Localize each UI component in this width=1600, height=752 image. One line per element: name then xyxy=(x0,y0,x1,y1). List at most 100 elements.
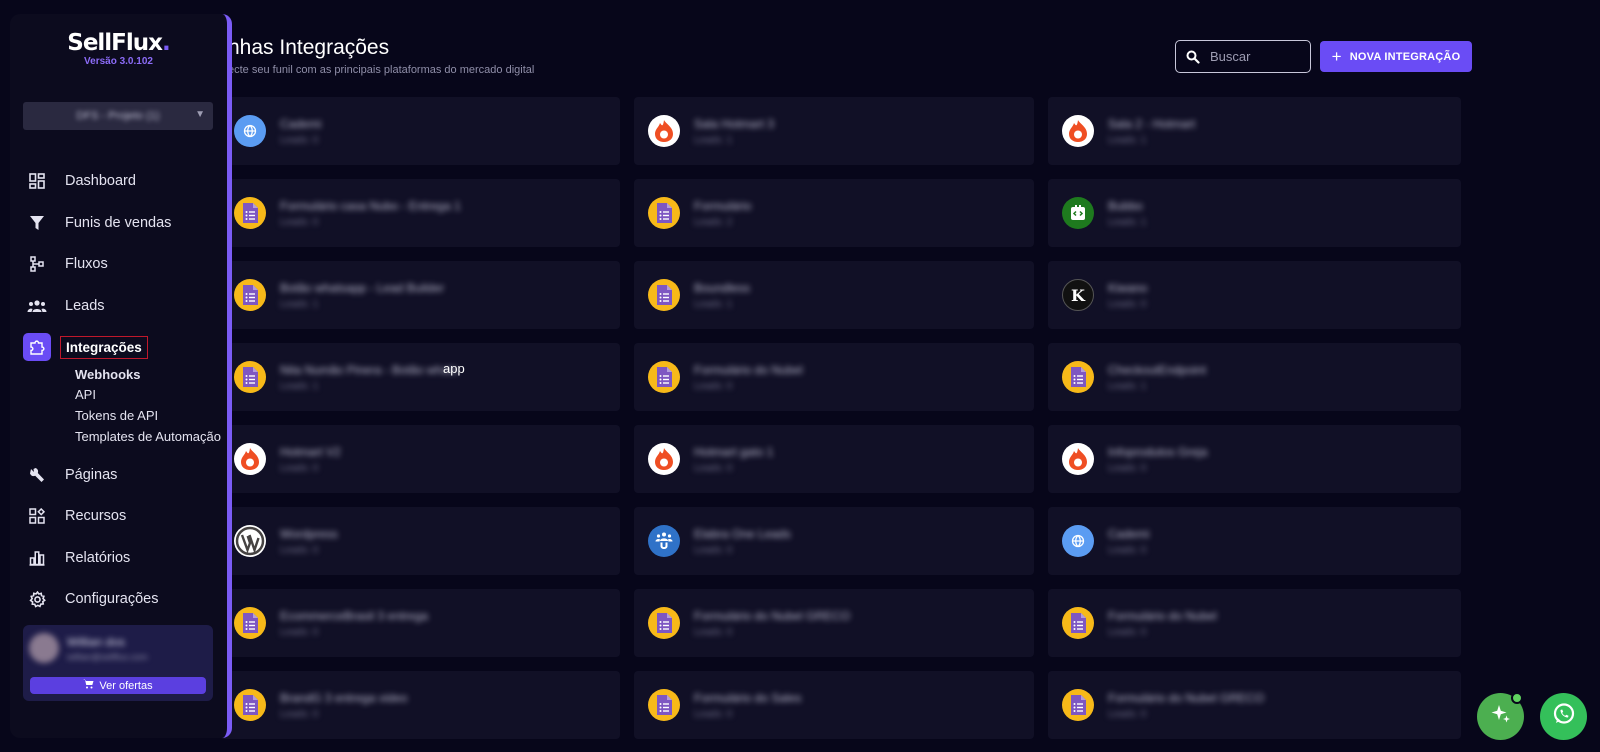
integration-card[interactable]: Wordpress Leads: 0 xyxy=(220,507,620,575)
nav-flows[interactable]: Fluxos xyxy=(23,250,108,278)
integration-text: Cademi Leads: 0 xyxy=(1108,527,1149,556)
search-box[interactable] xyxy=(1175,40,1311,73)
funnel-icon xyxy=(23,209,51,237)
new-integration-button[interactable]: + NOVA INTEGRAÇÃO xyxy=(1320,41,1472,72)
integration-text: Cademi Leads: 0 xyxy=(280,117,321,146)
integration-card[interactable]: Formulário do Nubel Leads: 0 xyxy=(1048,589,1461,657)
integration-card[interactable]: Bubbo Leads: 1 xyxy=(1048,179,1461,247)
integration-card[interactable]: Elabra One Leads Leads: 0 xyxy=(634,507,1034,575)
integration-text: Sala 2 - Hotmart Leads: 1 xyxy=(1108,117,1195,146)
nav-label: Relatórios xyxy=(65,550,131,566)
integration-card[interactable]: BrandG 3 entrega video Leads: 0 xyxy=(220,671,620,739)
integration-name: Hotmart V2 xyxy=(280,444,341,459)
integration-card[interactable]: Hotmart V2 Leads: 0 xyxy=(220,425,620,493)
integration-text: Hotmart gato 1 Leads: 0 xyxy=(694,445,773,474)
integration-leads: Leads: 1 xyxy=(1108,380,1147,392)
puzzle-icon xyxy=(23,333,51,361)
nav-pages[interactable]: Páginas xyxy=(23,461,117,489)
code-icon xyxy=(1062,197,1094,229)
integration-card[interactable]: Botão whatsapp - Lead Builder Leads: 1 xyxy=(220,261,620,329)
google-forms-icon xyxy=(234,689,266,721)
subnav-api[interactable]: API xyxy=(75,387,96,402)
logo: SellFlux. Versão 3.0.102 xyxy=(10,30,227,67)
integration-card[interactable]: Formulário do Nubel GRECO Leads: 0 xyxy=(1048,671,1461,739)
integration-text: EcommerceBrasil 3 entrega Leads: 0 xyxy=(280,609,428,638)
google-forms-icon xyxy=(234,607,266,639)
whatsapp-button[interactable] xyxy=(1540,693,1587,740)
avatar[interactable] xyxy=(29,633,59,663)
subnav-webhooks[interactable]: Webhooks xyxy=(75,367,141,382)
integration-name: Kiwano xyxy=(1108,280,1148,295)
search-icon xyxy=(1176,42,1210,72)
view-offers-button[interactable]: Ver ofertas xyxy=(30,677,206,694)
google-forms-icon xyxy=(648,361,680,393)
google-forms-icon xyxy=(1062,607,1094,639)
user-name: Willian dos xyxy=(67,635,126,649)
integration-name: Hotmart gato 1 xyxy=(694,444,774,459)
google-forms-icon xyxy=(1062,361,1094,393)
nav-leads[interactable]: Leads xyxy=(23,292,105,320)
integration-leads: Leads: 0 xyxy=(1108,544,1147,556)
integration-name: Bubbo xyxy=(1108,198,1143,213)
google-forms-icon xyxy=(234,197,266,229)
integration-card[interactable]: Formulário do Nubel GRECO Leads: 0 xyxy=(634,589,1034,657)
subnav-automation-templates[interactable]: Templates de Automação xyxy=(75,429,221,444)
integration-name: Botão whatsapp - Lead Builder xyxy=(280,280,445,295)
integration-card[interactable]: Formulário casa Nubo - Entrega 1 Leads: 0 xyxy=(220,179,620,247)
hotmart-icon xyxy=(648,443,680,475)
hotmart-icon xyxy=(648,115,680,147)
integration-card[interactable]: EcommerceBrasil 3 entrega Leads: 0 xyxy=(220,589,620,657)
integration-leads: Leads: 0 xyxy=(280,626,319,638)
integration-name-overflow: app xyxy=(443,361,465,376)
integration-leads: Leads: 0 xyxy=(1108,462,1147,474)
integration-name: Formulário do Nubel GRECO xyxy=(1108,690,1265,705)
integration-leads: Leads: 0 xyxy=(694,626,733,638)
integration-leads: Leads: 1 xyxy=(1108,134,1147,146)
integration-card[interactable]: Infoprodutos Greja Leads: 0 xyxy=(1048,425,1461,493)
integration-text: Wordpress Leads: 0 xyxy=(280,527,338,556)
integration-card[interactable]: Nita Numão Pinera - Botão whats Leads: 1 a… xyxy=(220,343,620,411)
nav-resources[interactable]: Recursos xyxy=(23,502,126,530)
search-input[interactable] xyxy=(1210,49,1302,64)
integration-card[interactable]: Cademi Leads: 0 xyxy=(220,97,620,165)
nav-label: Páginas xyxy=(65,467,118,483)
nav-reports[interactable]: Relatórios xyxy=(23,544,130,572)
integration-card[interactable]: Boundless Leads: 1 xyxy=(634,261,1034,329)
integration-card[interactable]: Cademi Leads: 0 xyxy=(1048,507,1461,575)
cademi-icon xyxy=(234,115,266,147)
integration-name: Nita Numão Pinera - Botão whats xyxy=(280,362,459,377)
integration-leads: Leads: 0 xyxy=(280,544,319,556)
nav-integrations[interactable]: Integrações xyxy=(23,333,148,361)
integration-text: Formulário do Nubel GRECO Leads: 0 xyxy=(1108,691,1264,720)
nav-settings[interactable]: Configurações xyxy=(23,585,159,613)
integration-card[interactable]: Formulário Leads: 2 xyxy=(634,179,1034,247)
project-label: DFS - Projeto (1) xyxy=(76,110,160,122)
nav-label: Fluxos xyxy=(65,256,108,272)
nav-label: Funis de vendas xyxy=(65,215,172,231)
integration-card[interactable]: Sala 2 - Hotmart Leads: 1 xyxy=(1048,97,1461,165)
view-offers-label: Ver ofertas xyxy=(99,679,153,692)
subnav-api-tokens[interactable]: Tokens de API xyxy=(75,408,158,423)
integration-text: Nita Numão Pinera - Botão whats Leads: 1 xyxy=(280,363,458,392)
wordpress-icon xyxy=(234,525,266,557)
integration-card[interactable]: Hotmart gato 1 Leads: 0 xyxy=(634,425,1034,493)
project-select[interactable]: DFS - Projeto (1) ▼ xyxy=(23,102,213,130)
integration-text: Formulário casa Nubo - Entrega 1 Leads: 0 xyxy=(280,199,461,228)
integration-text: Boundless Leads: 1 xyxy=(694,281,750,310)
integration-card[interactable]: CheckoutEndpoint Leads: 1 xyxy=(1048,343,1461,411)
integration-name: Sala 2 - Hotmart xyxy=(1108,116,1196,131)
nav-sales-funnels[interactable]: Funis de vendas xyxy=(23,209,171,237)
integration-name: Boundless xyxy=(694,280,751,295)
integration-leads: Leads: 2 xyxy=(694,216,733,228)
integration-card[interactable]: K Kiwano Leads: 0 xyxy=(1048,261,1461,329)
integration-card[interactable]: Sala Hotmart 3 Leads: 1 xyxy=(634,97,1034,165)
google-forms-icon xyxy=(648,607,680,639)
nav-dashboard[interactable]: Dashboard xyxy=(23,167,136,195)
integration-name: Infoprodutos Greja xyxy=(1108,444,1208,459)
user-email: willian@sellflux.com xyxy=(67,652,148,662)
users-icon xyxy=(648,525,680,557)
integration-card[interactable]: Formulário do Nubel Leads: 0 xyxy=(634,343,1034,411)
main-content: nhas Integrações ecte seu funil com as p… xyxy=(0,0,1600,752)
integration-leads: Leads: 1 xyxy=(1108,216,1147,228)
integration-card[interactable]: Formulário do Sales Leads: 0 xyxy=(634,671,1034,739)
